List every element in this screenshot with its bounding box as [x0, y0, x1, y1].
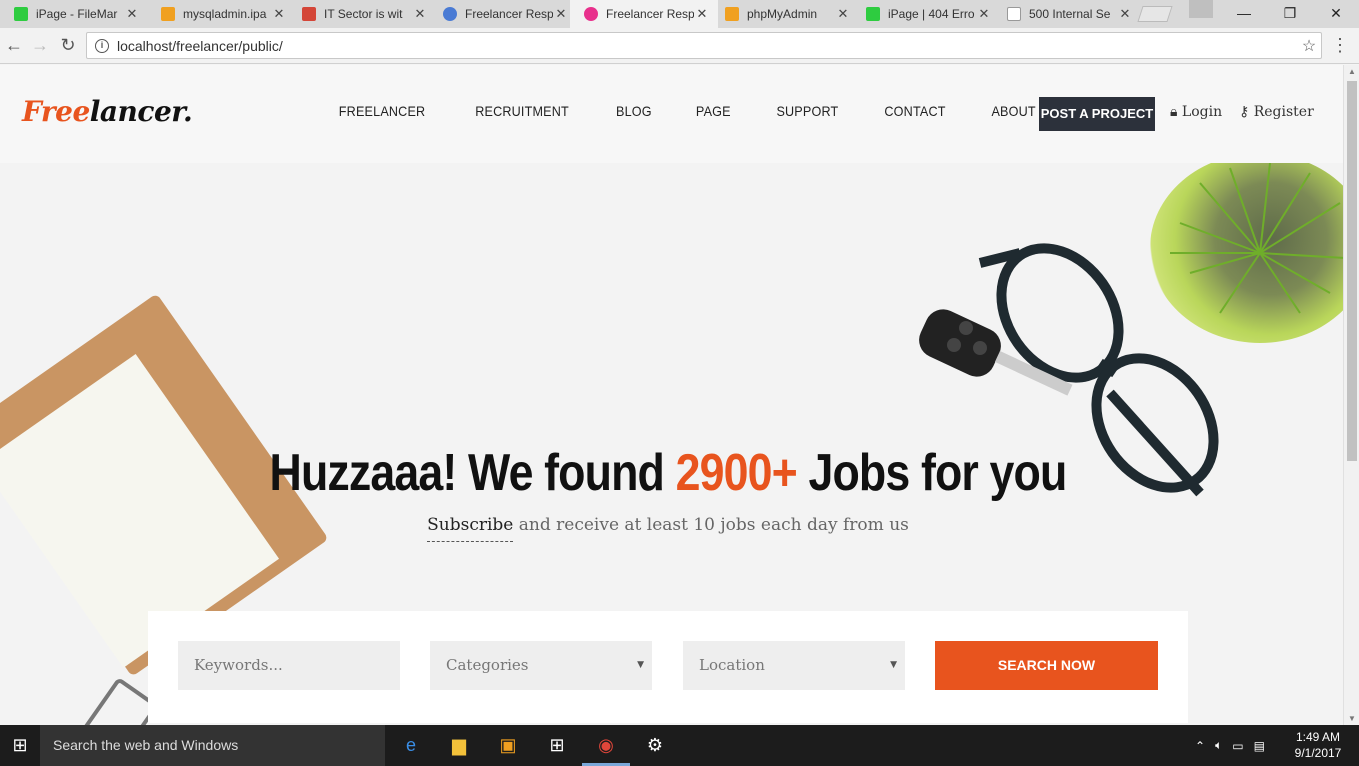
chrome-icon[interactable]: ◉: [582, 725, 630, 766]
browser-tab-bar: iPage - FileMar ✕ mysqladmin.ipa ✕ IT Se…: [0, 0, 1359, 28]
location-select[interactable]: Location ▼: [683, 641, 905, 690]
site-header: Freelancer. FREELANCER RECRUITMENT BLOG …: [0, 65, 1343, 163]
battery-icon[interactable]: ▭: [1232, 739, 1243, 753]
tab-close-icon[interactable]: ✕: [271, 6, 287, 22]
tab-close-icon[interactable]: ✕: [694, 6, 710, 22]
browser-toolbar: ← → ↻ i localhost/freelancer/public/ ☆ ⋮: [0, 28, 1359, 64]
tab-close-icon[interactable]: ✕: [412, 6, 428, 22]
nav-item-recruitment[interactable]: RECRUITMENT: [475, 103, 569, 119]
back-icon[interactable]: ←: [2, 34, 26, 58]
scroll-up-icon[interactable]: ▲: [1344, 67, 1359, 76]
post-project-button[interactable]: POST A PROJECT: [1039, 97, 1155, 131]
chevron-up-icon[interactable]: ⌃: [1195, 739, 1205, 753]
tab-close-icon[interactable]: ✕: [1117, 6, 1133, 22]
pma-icon: [725, 7, 739, 21]
system-tray: ⌃ 🔈︎ ▭ ▤: [1190, 725, 1270, 766]
reload-icon[interactable]: ↻: [56, 34, 80, 58]
jobs-count: 2900+: [675, 444, 798, 502]
browser-tab[interactable]: IT Sector is wit ✕: [288, 0, 436, 28]
window-close-icon[interactable]: ✕: [1313, 0, 1359, 28]
key-icon: ⚷: [1239, 104, 1250, 120]
scrollbar-thumb[interactable]: [1347, 81, 1357, 461]
action-center-icon[interactable]: ▤: [1254, 739, 1265, 753]
windows-taskbar: ⊞ Search the web and Windows e ▆ ▣ ⊞ ◉ ⚙…: [0, 725, 1359, 766]
register-link[interactable]: ⚷ Register: [1239, 104, 1314, 120]
keywords-input[interactable]: Keywords...: [178, 641, 400, 690]
browser-tab[interactable]: mysqladmin.ipa ✕: [147, 0, 295, 28]
edge-icon[interactable]: e: [387, 725, 435, 766]
forward-icon[interactable]: →: [28, 34, 52, 58]
volume-icon[interactable]: 🔈︎: [1215, 738, 1222, 753]
nav-item-freelancer[interactable]: FREELANCER: [339, 103, 426, 119]
url-text[interactable]: localhost/freelancer/public/: [117, 38, 1297, 54]
profile-icon[interactable]: [1189, 0, 1213, 18]
subscribe-link[interactable]: Subscribe: [427, 515, 514, 542]
browser-tab[interactable]: phpMyAdmin ✕: [711, 0, 859, 28]
bookmark-star-icon[interactable]: ☆: [1297, 36, 1321, 56]
page-viewport: Huzzaaa! We found 2900+ Jobs for you Sub…: [0, 65, 1343, 725]
taskbar-search[interactable]: Search the web and Windows: [40, 725, 385, 766]
browser-tab[interactable]: Freelancer Resp ✕: [429, 0, 577, 28]
ipage-icon: [14, 7, 28, 21]
new-tab-button[interactable]: [1137, 6, 1173, 22]
freelancer-pink-icon: [584, 7, 598, 21]
hero-subline: Subscribe and receive at least 10 jobs e…: [0, 515, 1336, 542]
browser-tab-active[interactable]: Freelancer Resp ✕: [570, 0, 718, 28]
hero-headline: Huzzaaa! We found 2900+ Jobs for you: [269, 444, 1068, 502]
nav-item-about[interactable]: ABOUT: [992, 103, 1036, 119]
browser-tab[interactable]: iPage | 404 Erro ✕: [852, 0, 1000, 28]
categories-select[interactable]: Categories ▼: [430, 641, 652, 690]
clip-illustration: [66, 676, 160, 725]
search-now-button[interactable]: SEARCH NOW: [935, 641, 1158, 690]
restore-icon[interactable]: ❐: [1267, 0, 1313, 28]
job-search-panel: Keywords... Categories ▼ Location ▼ SEAR…: [148, 611, 1188, 723]
hero-section: Huzzaaa! We found 2900+ Jobs for you Sub…: [0, 153, 1343, 725]
chevron-down-icon: ▼: [890, 660, 897, 670]
freelancer-icon: [443, 7, 457, 21]
page-icon: [1007, 7, 1021, 21]
nav-item-blog[interactable]: BLOG: [616, 103, 652, 119]
windows-start-icon[interactable]: ⊞: [0, 725, 40, 766]
scroll-down-icon[interactable]: ▼: [1344, 714, 1359, 723]
pma-icon: [161, 7, 175, 21]
sublime-icon[interactable]: ▣: [484, 725, 532, 766]
info-icon[interactable]: i: [95, 38, 109, 53]
main-nav: FREELANCER RECRUITMENT BLOG PAGE SUPPORT…: [314, 103, 1059, 119]
tab-close-icon[interactable]: ✕: [976, 6, 992, 22]
browser-menu-icon[interactable]: ⋮: [1330, 34, 1350, 58]
browser-tab[interactable]: iPage - FileMar ✕: [0, 0, 148, 28]
nav-item-contact[interactable]: CONTACT: [885, 103, 946, 119]
taskbar-clock[interactable]: 1:49 AM 9/1/2017: [1288, 729, 1348, 761]
file-explorer-icon[interactable]: ▆: [435, 725, 483, 766]
login-link[interactable]: 🔒︎ Login: [1170, 104, 1222, 120]
nav-item-page[interactable]: PAGE: [696, 103, 731, 119]
site-logo[interactable]: Freelancer.: [22, 95, 193, 128]
lock-icon: 🔒︎: [1170, 104, 1178, 120]
nav-item-support[interactable]: SUPPORT: [776, 103, 838, 119]
tab-close-icon[interactable]: ✕: [124, 6, 140, 22]
address-bar[interactable]: i localhost/freelancer/public/ ☆: [86, 32, 1322, 59]
browser-tab[interactable]: 500 Internal Se ✕: [993, 0, 1141, 28]
chevron-down-icon: ▼: [637, 660, 644, 670]
store-icon[interactable]: ⊞: [533, 725, 581, 766]
ipage-icon: [866, 7, 880, 21]
settings-gear-icon[interactable]: ⚙: [631, 725, 679, 766]
tab-close-icon[interactable]: ✕: [835, 6, 851, 22]
page-scrollbar[interactable]: ▲ ▼: [1343, 65, 1359, 725]
minimize-icon[interactable]: —: [1221, 0, 1267, 28]
gmail-icon: [302, 7, 316, 21]
tab-close-icon[interactable]: ✕: [553, 6, 569, 22]
